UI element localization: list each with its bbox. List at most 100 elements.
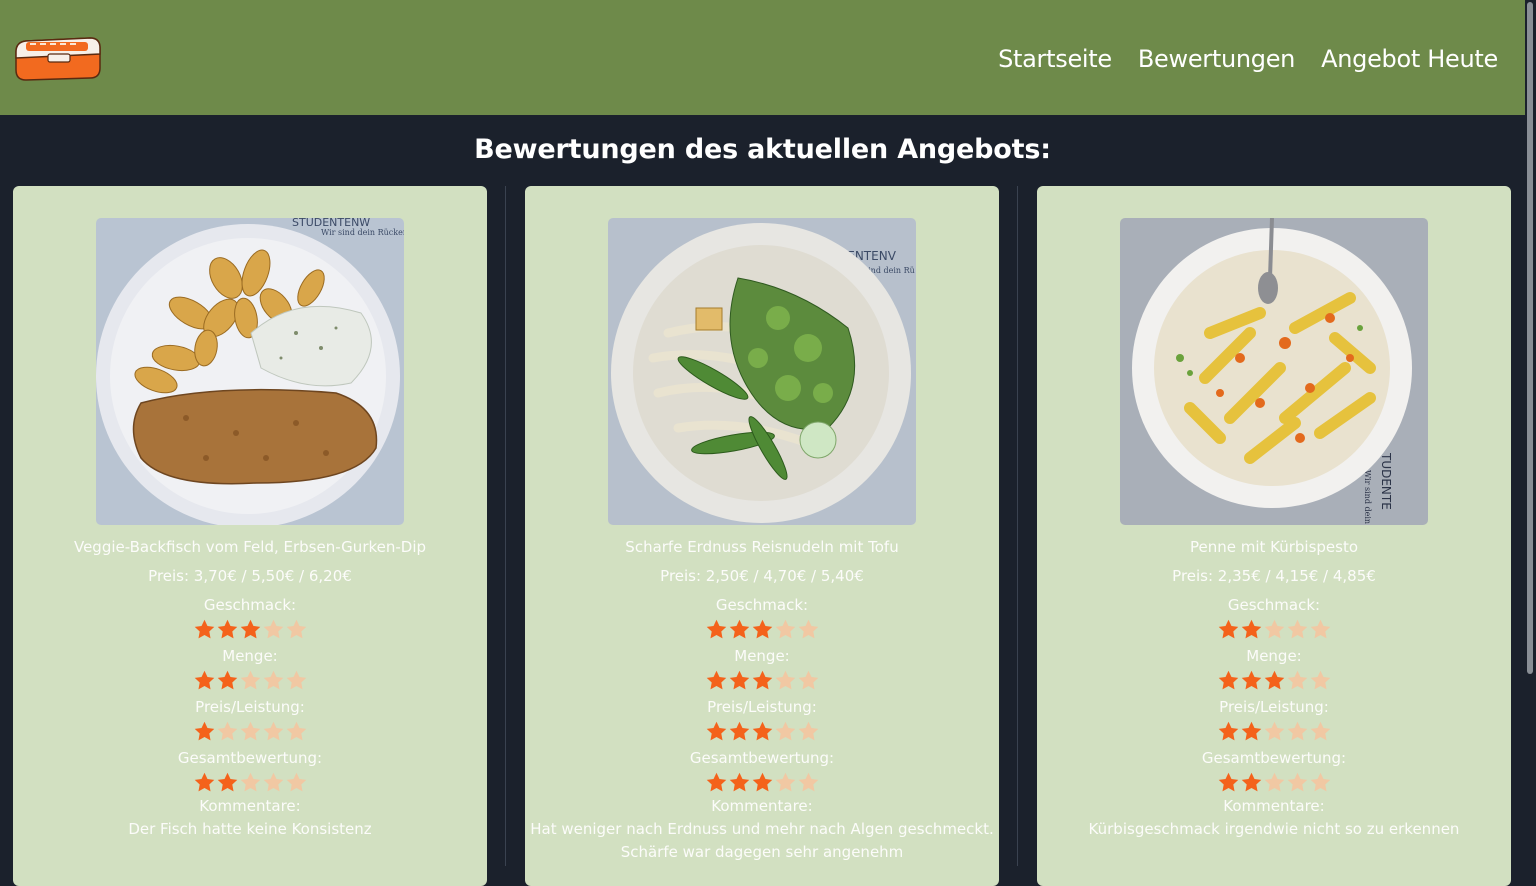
star-icon: [194, 619, 214, 639]
star-icon: [217, 772, 237, 792]
dish-photo: STUDENTENW Wir sind dein Rücken: [96, 218, 404, 525]
star-icon: [798, 619, 818, 639]
star-icon: [1287, 670, 1307, 690]
star-icon: [263, 721, 283, 741]
dish-photo: DENTENV sind dein Rü: [608, 218, 916, 525]
star-icon: [263, 670, 283, 690]
nav-link-startseite[interactable]: Startseite: [998, 44, 1112, 74]
star-icon: [1241, 772, 1261, 792]
value-rating: [1037, 720, 1511, 746]
star-icon: [729, 772, 749, 792]
star-icon: [1264, 619, 1284, 639]
comment-text: Kürbisgeschmack irgendwie nicht so zu er…: [1088, 820, 1460, 838]
star-icon: [775, 670, 795, 690]
photo-watermark-text: Wir sind dein Rücken: [321, 228, 404, 237]
star-icon: [286, 670, 306, 690]
value-rating: [525, 720, 999, 746]
comment-text: Der Fisch hatte keine Konsistenz: [128, 820, 372, 838]
comment-text: Schärfe war dagegen sehr angenehm: [620, 843, 904, 861]
star-icon: [263, 619, 283, 639]
star-icon: [1310, 670, 1330, 690]
page-title: Bewertungen des aktuellen Angebots:: [474, 134, 1051, 165]
value-label: Preis/Leistung:: [707, 698, 817, 716]
star-icon: [263, 772, 283, 792]
star-icon: [286, 619, 306, 639]
value-rating: [13, 720, 487, 746]
value-label: Preis/Leistung:: [1219, 698, 1329, 716]
star-icon: [798, 721, 818, 741]
comment-text: Hat weniger nach Erdnuss und mehr nach A…: [530, 820, 994, 838]
overall-rating: [525, 771, 999, 797]
top-navbar: Startseite Bewertungen Angebot Heute: [0, 0, 1536, 115]
star-icon: [706, 670, 726, 690]
nav-link-angebot-heute[interactable]: Angebot Heute: [1321, 44, 1498, 74]
nav-link-bewertungen[interactable]: Bewertungen: [1138, 44, 1296, 74]
star-icon: [240, 619, 260, 639]
dish-price: Preis: 2,50€ / 4,70€ / 5,40€: [660, 567, 864, 585]
star-icon: [194, 670, 214, 690]
star-icon: [240, 670, 260, 690]
star-icon: [775, 619, 795, 639]
scrollbar-thumb[interactable]: [1527, 2, 1533, 674]
star-icon: [752, 721, 772, 741]
dish-name: Penne mit Kürbispesto: [1189, 538, 1359, 556]
amount-rating: [525, 669, 999, 695]
star-icon: [706, 721, 726, 741]
review-card: STUDENTENW Wir sind dein Rücken Veggie-B…: [13, 186, 487, 886]
star-icon: [1218, 772, 1238, 792]
dish-price: Preis: 3,70€ / 5,50€ / 6,20€: [148, 567, 352, 585]
star-icon: [1241, 721, 1261, 741]
taste-label: Geschmack:: [203, 596, 297, 614]
star-icon: [706, 619, 726, 639]
overall-label: Gesamtbewertung:: [177, 749, 323, 767]
star-icon: [775, 772, 795, 792]
star-icon: [1264, 670, 1284, 690]
star-icon: [1310, 772, 1330, 792]
star-icon: [1287, 721, 1307, 741]
star-icon: [729, 619, 749, 639]
star-icon: [286, 772, 306, 792]
amount-label: Menge:: [1246, 647, 1302, 665]
star-icon: [1264, 772, 1284, 792]
star-icon: [798, 670, 818, 690]
star-icon: [194, 772, 214, 792]
overall-rating: [13, 771, 487, 797]
star-icon: [1264, 721, 1284, 741]
star-icon: [1287, 772, 1307, 792]
star-icon: [217, 721, 237, 741]
amount-label: Menge:: [222, 647, 278, 665]
lunchbox-logo-icon[interactable]: [12, 30, 104, 84]
taste-label: Geschmack:: [1227, 596, 1321, 614]
taste-rating: [13, 618, 487, 644]
star-icon: [706, 772, 726, 792]
amount-rating: [1037, 669, 1511, 695]
star-icon: [240, 772, 260, 792]
star-icon: [194, 721, 214, 741]
star-icon: [240, 721, 260, 741]
taste-rating: [525, 618, 999, 644]
star-icon: [729, 721, 749, 741]
overall-label: Gesamtbewertung:: [1201, 749, 1347, 767]
star-icon: [798, 772, 818, 792]
star-icon: [1241, 619, 1261, 639]
star-icon: [1218, 670, 1238, 690]
star-icon: [752, 670, 772, 690]
star-icon: [1218, 619, 1238, 639]
page-scrollbar[interactable]: [1525, 0, 1536, 864]
comments-label: Kommentare:: [1223, 797, 1325, 815]
overall-label: Gesamtbewertung:: [689, 749, 835, 767]
star-icon: [1310, 721, 1330, 741]
star-icon: [217, 619, 237, 639]
column-divider: [505, 186, 506, 866]
amount-label: Menge:: [734, 647, 790, 665]
taste-rating: [1037, 618, 1511, 644]
dish-name: Scharfe Erdnuss Reisnudeln mit Tofu: [625, 538, 899, 556]
dish-price: Preis: 2,35€ / 4,15€ / 4,85€: [1172, 567, 1376, 585]
review-card: DENTENV sind dein Rü Scharfe Erdnuss Rei…: [525, 186, 999, 886]
star-icon: [729, 670, 749, 690]
photo-watermark-text: Wir sind dein: [1363, 470, 1372, 524]
star-icon: [775, 721, 795, 741]
star-icon: [1241, 670, 1261, 690]
comments-label: Kommentare:: [199, 797, 301, 815]
dish-name: Veggie-Backfisch vom Feld, Erbsen-Gurken…: [73, 538, 427, 556]
